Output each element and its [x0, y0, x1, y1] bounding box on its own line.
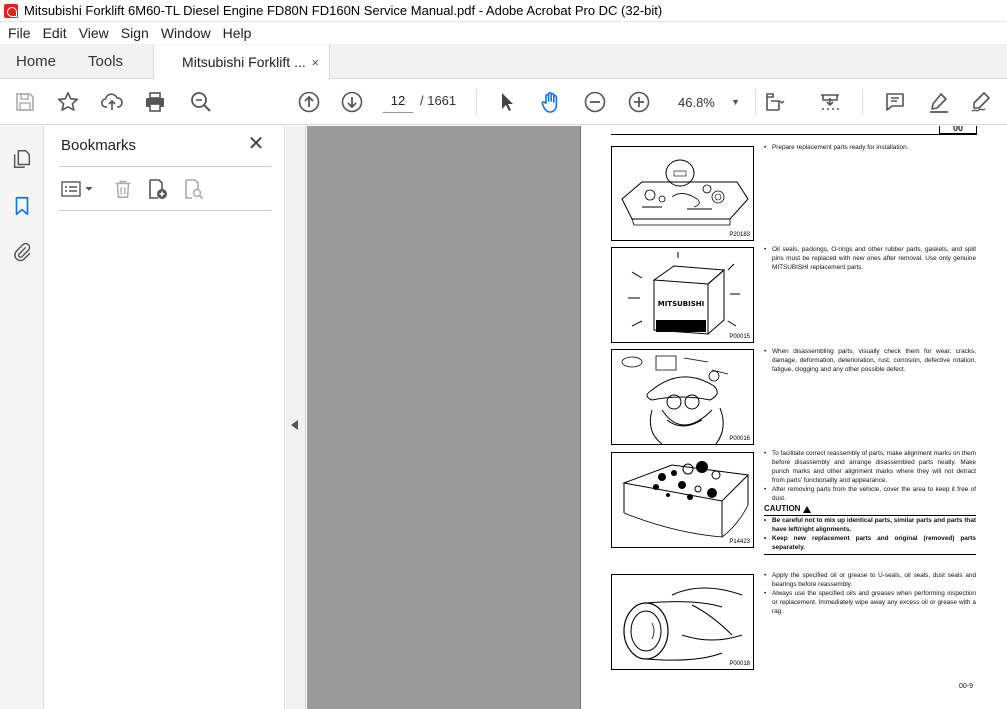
instruction-block-1: • Prepare replacement parts ready for ins…: [764, 144, 909, 151]
acrobat-app-icon: [4, 3, 18, 18]
tab-home[interactable]: Home: [0, 44, 72, 78]
page-up-icon[interactable]: [296, 89, 322, 115]
highlight-icon[interactable]: [926, 89, 952, 115]
bookmarks-panel: Bookmarks ✕: [45, 126, 285, 709]
warning-triangle-icon: [803, 506, 812, 514]
figure-id: P20183: [729, 232, 750, 238]
star-icon[interactable]: [55, 89, 81, 115]
figure-id: P00015: [729, 334, 750, 340]
new-bookmark-icon[interactable]: [144, 177, 170, 201]
figure-genuine-parts-box: MITSUBISHI P00015: [611, 247, 754, 343]
menu-file[interactable]: File: [0, 25, 37, 41]
page-layout-icon[interactable]: [762, 89, 788, 115]
tab-bar: Home Tools Mitsubishi Forklift ... ×: [0, 44, 1007, 79]
zoom-in-icon[interactable]: [626, 89, 652, 115]
page-down-icon[interactable]: [339, 89, 365, 115]
scroll-mode-icon[interactable]: [817, 89, 843, 115]
chevron-down-icon: ▼: [731, 97, 740, 107]
page-number-label: 00-9: [959, 683, 974, 690]
close-tab-icon[interactable]: ×: [311, 55, 319, 70]
save-icon[interactable]: [12, 89, 38, 115]
zoom-value: 46.8%: [678, 94, 715, 110]
tab-tools[interactable]: Tools: [72, 44, 139, 78]
hand-icon[interactable]: [538, 89, 564, 115]
collapse-arrow-icon: [291, 420, 298, 430]
section-box: 00: [939, 126, 977, 134]
upload-icon[interactable]: [99, 89, 125, 115]
menu-view[interactable]: View: [73, 25, 115, 41]
instruction-block-5: • Apply the specified oil or grease to U-…: [764, 572, 976, 615]
comment-icon[interactable]: [882, 89, 908, 115]
caution-heading: CAUTION: [764, 505, 976, 514]
document-tab-label: Mitsubishi Forklift ...: [182, 54, 306, 70]
figure-id: P14423: [729, 539, 750, 545]
left-rail: [0, 126, 44, 709]
figure-apply-grease: P00018: [611, 574, 754, 670]
figure-id: P00016: [729, 436, 750, 442]
instruction-block-4: • To facilitate correct reassembly of par…: [764, 450, 976, 556]
page-number-input[interactable]: [383, 89, 413, 113]
title-bar: Mitsubishi Forklift 6M60-TL Diesel Engin…: [0, 0, 1007, 22]
zoom-out-icon[interactable]: [582, 89, 608, 115]
tab-document[interactable]: Mitsubishi Forklift ... ×: [153, 45, 331, 79]
attachment-icon[interactable]: [9, 239, 35, 265]
toolbar: [0, 79, 1007, 125]
close-icon[interactable]: ✕: [246, 134, 266, 155]
bookmark-icon[interactable]: [9, 193, 35, 219]
document-viewport[interactable]: 00 P20183 • Prepare replacement parts rea…: [307, 126, 1007, 709]
bookmarks-title: Bookmarks: [61, 137, 137, 154]
menu-bar: File Edit View Sign Window Help: [0, 22, 1007, 44]
menu-edit[interactable]: Edit: [37, 25, 73, 41]
pointer-icon[interactable]: [494, 89, 520, 115]
bookmark-search-icon[interactable]: [180, 177, 206, 201]
bookmark-options-icon[interactable]: [59, 177, 99, 201]
figure-replacement-parts: P20183: [611, 146, 754, 241]
instruction-block-2: • Oil seals, packings, O-rings and other …: [764, 246, 976, 271]
sign-icon[interactable]: [968, 89, 994, 115]
zoom-search-icon[interactable]: [188, 89, 214, 115]
menu-help[interactable]: Help: [217, 25, 258, 41]
window-title: Mitsubishi Forklift 6M60-TL Diesel Engin…: [24, 3, 663, 18]
menu-sign[interactable]: Sign: [115, 25, 155, 41]
figure-inspection: P00016: [611, 349, 754, 445]
zoom-select[interactable]: 46.8% ▼: [672, 90, 744, 114]
figure-parts-arrangement: P14423: [611, 452, 754, 548]
delete-bookmark-icon[interactable]: [110, 177, 136, 201]
total-pages: / 1661: [420, 93, 457, 108]
pdf-page: 00 P20183 • Prepare replacement parts rea…: [580, 126, 1007, 709]
panel-collapse-handle[interactable]: [286, 126, 306, 709]
box-label: MITSUBISHI: [658, 300, 705, 308]
instruction-block-3: • When disassembling parts, visually chec…: [764, 348, 976, 373]
print-icon[interactable]: [142, 89, 168, 115]
figure-id: P00018: [729, 661, 750, 667]
menu-window[interactable]: Window: [155, 25, 217, 41]
pages-icon[interactable]: [9, 146, 35, 172]
